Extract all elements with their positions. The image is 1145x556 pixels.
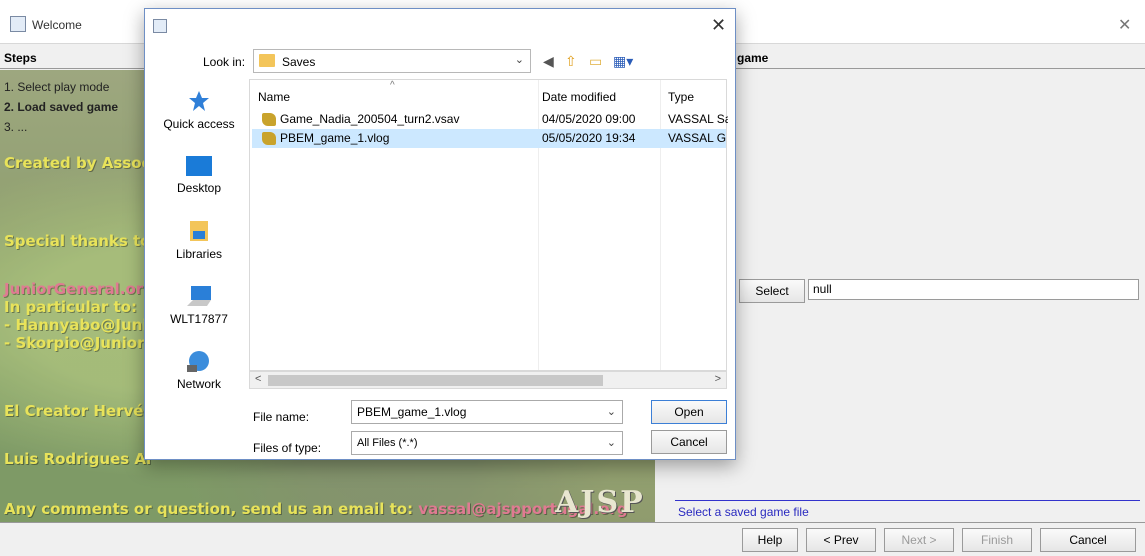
star-icon xyxy=(189,91,209,111)
chevron-down-icon[interactable]: ⌄ xyxy=(607,401,616,423)
scroll-right-icon[interactable]: > xyxy=(715,373,721,385)
folder-icon xyxy=(259,54,275,67)
file-list[interactable]: Name ^ Date modified Type Game_Nadia_200… xyxy=(249,79,728,371)
art-text-skorpio: - Skorpio@Junior xyxy=(4,334,145,352)
desktop-icon xyxy=(186,156,212,176)
art-text-creator: El Creator Hervé xyxy=(4,402,144,420)
place-quick-access[interactable]: Quick access xyxy=(155,89,243,131)
file-chooser-dialog: ✕ Look in: Saves ⌄ ◀ ⇧ ▭ ▦▾ Quick access… xyxy=(144,8,736,460)
wizard-close-icon[interactable]: ✕ xyxy=(1118,15,1131,35)
file-name-input[interactable]: PBEM_game_1.vlog ⌄ xyxy=(351,400,623,424)
art-text-juniorgeneral: JuniorGeneral.org xyxy=(4,280,154,298)
look-in-label: Look in: xyxy=(203,55,246,69)
select-button[interactable]: Select xyxy=(739,279,805,303)
file-date: 04/05/2020 09:00 xyxy=(542,112,636,126)
files-of-type-value: All Files (*.*) xyxy=(357,437,418,449)
place-desktop[interactable]: Desktop xyxy=(155,155,243,195)
scrollbar-thumb[interactable] xyxy=(268,375,603,386)
file-name-label: File name: xyxy=(253,410,310,424)
load-game-heading: game xyxy=(737,51,769,65)
status-text: Select a saved game file xyxy=(678,505,809,519)
chevron-down-icon: ⌄ xyxy=(514,54,524,66)
file-row-selected[interactable]: PBEM_game_1.vlog 05/05/2020 19:34 VASSAL… xyxy=(252,129,726,148)
ajsp-logo: AJSP xyxy=(555,485,645,520)
file-name-value: PBEM_game_1.vlog xyxy=(357,405,467,419)
place-label: Quick access xyxy=(163,117,235,131)
steps-heading: Steps xyxy=(4,51,37,65)
next-button[interactable]: Next > xyxy=(884,528,954,552)
art-text-hannyabo: - Hannyabo@Juni xyxy=(4,316,148,334)
place-label: WLT17877 xyxy=(170,312,228,326)
file-type: VASSAL Sa xyxy=(668,112,728,126)
file-name: Game_Nadia_200504_turn2.vsav xyxy=(280,112,460,126)
file-name: PBEM_game_1.vlog xyxy=(280,131,390,145)
finish-button[interactable]: Finish xyxy=(962,528,1032,552)
button-bar-divider xyxy=(0,522,1145,523)
column-header-name[interactable]: Name xyxy=(258,90,290,104)
wizard-title: Welcome xyxy=(32,18,82,32)
place-computer[interactable]: WLT17877 xyxy=(155,284,243,326)
art-text-created: Created by Assoc xyxy=(4,154,151,172)
chevron-down-icon[interactable]: ⌄ xyxy=(607,432,616,454)
look-in-value: Saves xyxy=(282,55,316,69)
place-libraries[interactable]: Libraries xyxy=(155,219,243,261)
art-text-particular: In particular to: xyxy=(4,298,137,316)
back-icon[interactable]: ◀ xyxy=(543,53,554,70)
art-footer: Any comments or question, send us an ema… xyxy=(4,500,628,518)
view-menu-icon[interactable]: ▦▾ xyxy=(613,53,633,70)
dialog-close-icon[interactable]: ✕ xyxy=(711,15,726,36)
prev-button[interactable]: < Prev xyxy=(806,528,876,552)
file-date: 05/05/2020 19:34 xyxy=(542,131,636,145)
vassal-file-icon xyxy=(262,113,276,126)
vassal-file-icon xyxy=(262,132,276,145)
place-label: Libraries xyxy=(175,247,223,261)
place-network[interactable]: Network xyxy=(155,349,243,391)
places-bar: Quick access Desktop Libraries WLT17877 … xyxy=(155,79,243,397)
files-of-type-select[interactable]: All Files (*.*) ⌄ xyxy=(351,431,623,455)
cancel-button[interactable]: Cancel xyxy=(1040,528,1136,552)
column-header-type[interactable]: Type xyxy=(668,90,694,104)
open-button[interactable]: Open xyxy=(651,400,727,424)
step-2: 2. Load saved game xyxy=(4,100,119,114)
saved-game-path-field[interactable]: null xyxy=(808,279,1139,300)
java-app-icon xyxy=(153,19,167,33)
file-row[interactable]: Game_Nadia_200504_turn2.vsav 04/05/2020 … xyxy=(252,110,728,129)
libraries-icon xyxy=(190,221,208,241)
scroll-left-icon[interactable]: < xyxy=(255,373,261,385)
art-text-thanks: Special thanks to xyxy=(4,232,151,250)
status-divider xyxy=(675,500,1140,501)
look-in-combo[interactable]: Saves ⌄ xyxy=(253,49,531,73)
step-3: 3. ... xyxy=(4,120,28,134)
help-button[interactable]: Help xyxy=(742,528,798,552)
art-footer-text: Any comments or question, send us an ema… xyxy=(4,500,419,518)
up-folder-icon[interactable]: ⇧ xyxy=(565,53,577,70)
file-type: VASSAL G xyxy=(668,131,727,145)
new-folder-icon[interactable]: ▭ xyxy=(589,53,602,70)
place-label: Desktop xyxy=(176,181,222,195)
art-text-luis: Luis Rodrigues Al xyxy=(4,450,152,468)
dialog-cancel-button[interactable]: Cancel xyxy=(651,430,727,454)
network-icon xyxy=(187,351,209,372)
files-of-type-label: Files of type: xyxy=(253,441,322,455)
horizontal-scrollbar[interactable]: < > xyxy=(249,371,727,389)
computer-icon xyxy=(187,286,211,306)
step-1: 1. Select play mode xyxy=(4,80,110,94)
column-header-date[interactable]: Date modified xyxy=(542,90,616,104)
java-app-icon xyxy=(10,16,26,32)
sort-chevron-icon: ^ xyxy=(390,80,395,91)
place-label: Network xyxy=(176,377,221,391)
